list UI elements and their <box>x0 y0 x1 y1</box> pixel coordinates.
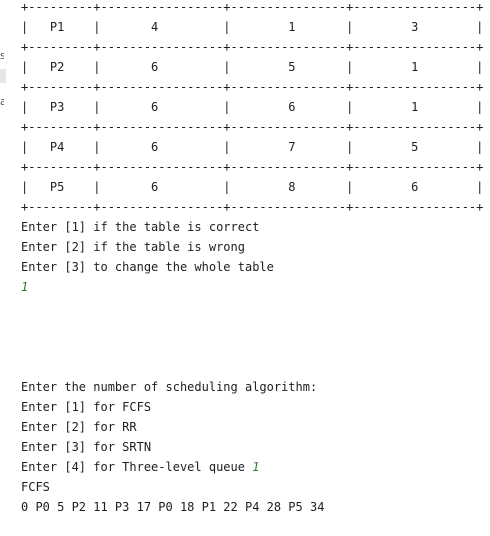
table-row: | P1 | 4 | 1 | 3 | <box>21 20 484 34</box>
table-border: +---------+-----------------+-----------… <box>21 160 484 174</box>
table-row: | P3 | 6 | 6 | 1 | <box>21 100 484 114</box>
table-border: +---------+-----------------+-----------… <box>21 40 484 54</box>
confirm-prompt-line: Enter [1] if the table is correct <box>21 220 260 234</box>
algorithm-option-text: Enter [4] for Three-level queue <box>21 460 253 474</box>
confirm-prompt-line: Enter [3] to change the whole table <box>21 260 274 274</box>
algorithm-option: Enter [2] for RR <box>21 420 137 434</box>
confirm-prompt-line: Enter [2] if the table is wrong <box>21 240 245 254</box>
algorithm-user-input: 1 <box>252 460 260 474</box>
algorithm-option: Enter [1] for FCFS <box>21 400 152 414</box>
console-output[interactable]: +---------+-----------------+-----------… <box>0 0 490 536</box>
table-row: | P4 | 6 | 7 | 5 | <box>21 140 484 154</box>
algorithm-prompt-title: Enter the number of scheduling algorithm… <box>21 380 318 394</box>
table-border: +---------+-----------------+-----------… <box>21 0 484 14</box>
algorithm-option-with-input: Enter [4] for Three-level queue 1 <box>21 457 259 477</box>
algorithm-option: Enter [3] for SRTN <box>21 440 152 454</box>
table-border: +---------+-----------------+-----------… <box>21 120 484 134</box>
table-border: +---------+-----------------+-----------… <box>21 80 484 94</box>
table-border: +---------+-----------------+-----------… <box>21 200 484 214</box>
selected-algorithm: FCFS <box>21 480 50 494</box>
schedule-timeline: 0 P0 5 P2 11 P3 17 P0 18 P1 22 P4 28 P5 … <box>21 500 325 514</box>
confirm-user-input: 1 <box>21 280 29 294</box>
table-row: | P2 | 6 | 5 | 1 | <box>21 60 484 74</box>
table-row: | P5 | 6 | 8 | 6 | <box>21 180 484 194</box>
